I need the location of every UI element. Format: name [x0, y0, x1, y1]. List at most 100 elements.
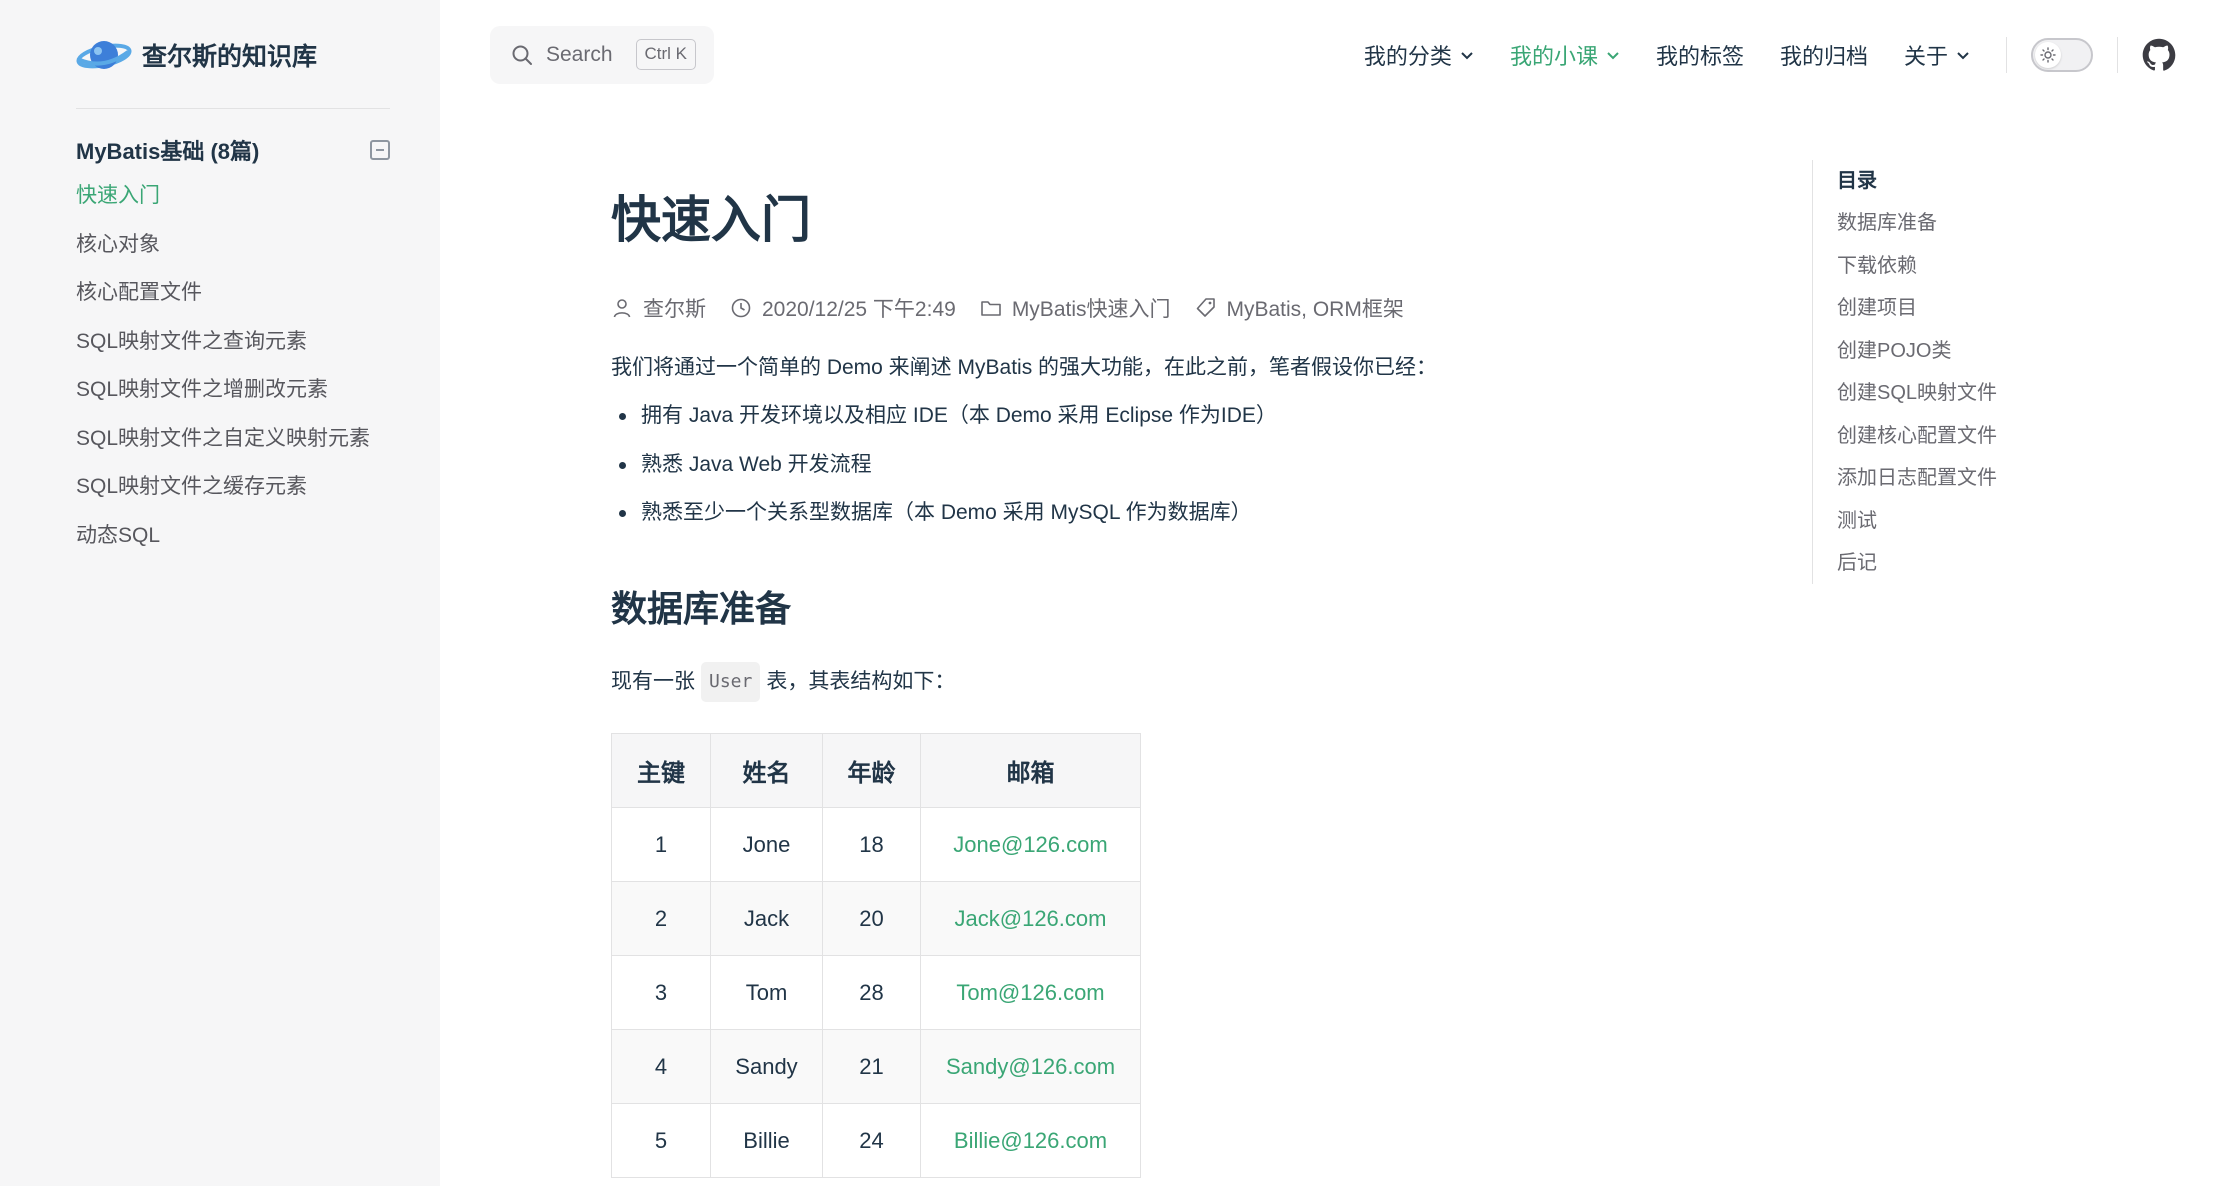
list-item: 拥有 Java 开发环境以及相应 IDE（本 Demo 采用 Eclipse 作…	[611, 400, 1277, 449]
column-header: 姓名	[710, 733, 823, 808]
table-cell: Sandy	[710, 1029, 823, 1104]
toc-list: 数据库准备 下载依赖 创建项目 创建POJO类 创建SQL映射文件 创建核心配置…	[1837, 202, 2152, 585]
table-row: 3 Tom 28 Tom@126.com	[611, 955, 1141, 1030]
column-header: 年龄	[822, 733, 921, 808]
table-cell: 20	[822, 881, 921, 956]
sidebar-item-dynamic-sql[interactable]: 动态SQL	[76, 518, 370, 567]
sidebar-group-header[interactable]: MyBatis基础 (8篇)	[76, 132, 390, 168]
email-link[interactable]: Tom@126.com	[920, 955, 1141, 1030]
sidebar-item-select-elements[interactable]: SQL映射文件之查询元素	[76, 324, 370, 373]
table-row: 2 Jack 20 Jack@126.com	[611, 881, 1141, 956]
meta-category-text: MyBatis快速入门	[1011, 298, 1171, 321]
toc-item[interactable]: 创建项目	[1837, 287, 2152, 330]
table-cell: 1	[611, 807, 711, 882]
nav-about[interactable]: 关于	[1904, 39, 1970, 71]
email-link[interactable]: Jone@126.com	[920, 807, 1141, 882]
nav-categories[interactable]: 我的分类	[1364, 39, 1474, 71]
sidebar-item-crud-elements[interactable]: SQL映射文件之增删改元素	[76, 372, 370, 421]
sidebar-item-core-objects[interactable]: 核心对象	[76, 227, 370, 276]
search-label: Search	[546, 43, 613, 66]
chevron-down-icon	[1607, 52, 1619, 60]
para-text-after: 表，其表结构如下：	[766, 670, 956, 693]
para-text-before: 现有一张	[611, 670, 695, 693]
nav-tags-label: 我的标签	[1655, 44, 1744, 69]
table-cell: 18	[822, 807, 921, 882]
folder-icon	[981, 301, 1001, 316]
page-title: 快速入门	[611, 192, 811, 248]
meta-author[interactable]: 查尔斯	[611, 293, 706, 323]
toc-item[interactable]: 创建SQL映射文件	[1837, 372, 2152, 415]
toc-item[interactable]: 添加日志配置文件	[1837, 457, 2152, 500]
table-cell: Tom	[710, 955, 823, 1030]
table-cell: Jone	[710, 807, 823, 882]
user-table: 主键 姓名 年龄 邮箱 1 Jone 18 Jone@126.com 2 Jac…	[611, 733, 1141, 1178]
toc-item[interactable]: 创建POJO类	[1837, 330, 2152, 373]
table-row: 1 Jone 18 Jone@126.com	[611, 807, 1141, 882]
clock-icon	[731, 298, 751, 318]
sidebar: 查尔斯的知识库 MyBatis基础 (8篇) 快速入门 核心对象 核心配置文件 …	[0, 0, 440, 1186]
github-icon[interactable]	[2142, 38, 2176, 72]
table-cell: 2	[611, 881, 711, 956]
intro-paragraph: 我们将通过一个简单的 Demo 来阐述 MyBatis 的强大功能，在此之前，笔…	[611, 356, 1438, 379]
nav-about-label: 关于	[1903, 44, 1948, 69]
nav-archives[interactable]: 我的归档	[1780, 39, 1868, 71]
table-of-contents: 目录 数据库准备 下载依赖 创建项目 创建POJO类 创建SQL映射文件 创建核…	[1812, 160, 2152, 584]
table-cell: 21	[822, 1029, 921, 1104]
toc-title: 目录	[1837, 170, 1877, 192]
table-row: 4 Sandy 21 Sandy@126.com	[611, 1029, 1141, 1104]
toc-item[interactable]: 后记	[1837, 542, 2152, 585]
section-heading: 数据库准备	[611, 588, 792, 629]
planet-logo-icon	[76, 41, 132, 69]
toc-item[interactable]: 创建核心配置文件	[1837, 415, 2152, 458]
nav-categories-label: 我的分类	[1363, 44, 1452, 69]
top-navbar: Search Ctrl K 我的分类 我的小课 我的标签 我的归档 关于	[440, 0, 2216, 110]
sun-icon	[2040, 47, 2056, 63]
table-header-row: 主键 姓名 年龄 邮箱	[611, 733, 1141, 808]
email-link[interactable]: Sandy@126.com	[920, 1029, 1141, 1104]
sidebar-item-core-config[interactable]: 核心配置文件	[76, 275, 370, 324]
table-cell: Billie	[710, 1103, 823, 1178]
chevron-down-icon	[1957, 52, 1969, 60]
meta-date: 2020/12/25 下午2:49	[730, 293, 956, 323]
column-header: 主键	[611, 733, 711, 808]
table-cell: 28	[822, 955, 921, 1030]
nav-tags[interactable]: 我的标签	[1656, 39, 1744, 71]
search-button[interactable]: Search Ctrl K	[490, 26, 714, 84]
table-cell: 3	[611, 955, 711, 1030]
meta-category[interactable]: MyBatis快速入门	[980, 293, 1171, 323]
article-meta: 查尔斯 2020/12/25 下午2:49 MyBatis快速入门 MyBati…	[611, 290, 1428, 326]
sidebar-item-custom-mapping[interactable]: SQL映射文件之自定义映射元素	[76, 421, 370, 470]
toc-item[interactable]: 数据库准备	[1837, 202, 2152, 245]
sidebar-item-cache-elements[interactable]: SQL映射文件之缓存元素	[76, 469, 370, 518]
table-row: 5 Billie 24 Billie@126.com	[611, 1103, 1141, 1178]
nav-courses-label: 我的小课	[1509, 44, 1598, 69]
meta-author-text: 查尔斯	[643, 298, 706, 321]
sidebar-item-quick-start[interactable]: 快速入门	[76, 178, 370, 227]
brand-title: 查尔斯的知识库	[142, 43, 318, 71]
table-intro-paragraph: 现有一张 User 表，其表结构如下：	[611, 662, 955, 702]
sidebar-divider	[76, 108, 390, 109]
theme-toggle[interactable]	[2031, 38, 2093, 72]
meta-tags-text: MyBatis, ORM框架	[1226, 298, 1404, 321]
table-cell: Jack	[710, 881, 823, 956]
email-link[interactable]: Jack@126.com	[920, 881, 1141, 956]
main-nav: 我的分类 我的小课 我的标签 我的归档 关于	[1364, 0, 2216, 110]
search-shortcut-badge: Ctrl K	[635, 39, 696, 70]
tag-icon	[1196, 298, 1215, 317]
chevron-down-icon	[1461, 52, 1473, 60]
toggle-knob	[2035, 42, 2061, 68]
collapse-icon[interactable]	[370, 140, 390, 160]
meta-tags[interactable]: MyBatis, ORM框架	[1195, 293, 1404, 323]
table-cell: 5	[611, 1103, 711, 1178]
nav-divider	[2006, 37, 2007, 73]
nav-courses[interactable]: 我的小课	[1510, 39, 1620, 71]
table-cell: 4	[611, 1029, 711, 1104]
inline-code: User	[701, 662, 761, 702]
brand-link[interactable]: 查尔斯的知识库	[76, 34, 317, 76]
toc-item[interactable]: 测试	[1837, 500, 2152, 543]
toc-item[interactable]: 下载依赖	[1837, 245, 2152, 288]
sidebar-list: 快速入门 核心对象 核心配置文件 SQL映射文件之查询元素 SQL映射文件之增删…	[76, 178, 370, 566]
list-item: 熟悉至少一个关系型数据库（本 Demo 采用 MySQL 作为数据库）	[611, 497, 1277, 546]
email-link[interactable]: Billie@126.com	[920, 1103, 1141, 1178]
meta-date-text: 2020/12/25 下午2:49	[762, 298, 956, 321]
